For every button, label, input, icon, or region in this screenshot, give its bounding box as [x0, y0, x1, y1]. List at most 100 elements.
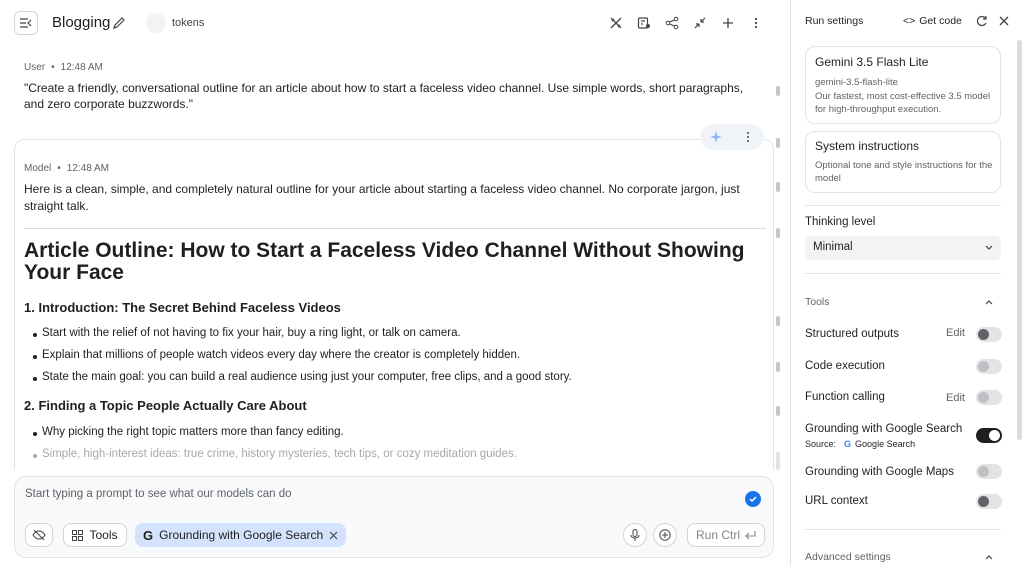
hide-button[interactable] [25, 523, 53, 547]
scroll-marker[interactable] [776, 182, 780, 192]
add-media-button[interactable] [653, 523, 677, 547]
thinking-level-select[interactable]: Minimal [805, 236, 1001, 260]
more-vert-icon[interactable] [742, 131, 754, 143]
thinking-level-label: Thinking level [805, 216, 876, 228]
grounding-search-toggle[interactable] [976, 428, 1002, 443]
toggle-knob [989, 430, 1000, 441]
scroll-marker[interactable] [776, 316, 780, 326]
model-id: gemini-3.5-flash-lite [815, 77, 898, 88]
model-turn-time: 12:48 AM [66, 163, 110, 174]
function-calling-edit-link[interactable]: Edit [946, 392, 965, 404]
grounding-chip-label: Grounding with Google Search [159, 528, 324, 542]
tools-button-label: Tools [89, 528, 118, 542]
chat-scroll-navigator[interactable] [776, 86, 780, 470]
share-button[interactable] [658, 13, 686, 33]
tokens-label: tokens [172, 17, 205, 29]
compare-icon [637, 17, 650, 29]
close-icon[interactable] [997, 14, 1011, 28]
article-heading: Article Outline: How to Start a Faceless… [24, 239, 745, 284]
tool-label-code-execution: Code execution [805, 360, 885, 372]
token-count-badge [146, 13, 166, 33]
panel-divider [805, 273, 1001, 274]
structured-outputs-edit-link[interactable]: Edit [946, 327, 965, 339]
get-code-button[interactable]: <> Get code [903, 15, 962, 27]
toggle-knob [978, 329, 989, 340]
grounding-maps-toggle[interactable] [976, 464, 1002, 479]
scroll-marker[interactable] [776, 406, 780, 416]
chevron-up-icon[interactable] [984, 297, 994, 307]
panel-scrollbar[interactable] [1017, 40, 1022, 440]
panel-divider [805, 205, 1001, 206]
scroll-marker[interactable] [776, 86, 780, 96]
code-execution-toggle[interactable] [976, 359, 1002, 374]
compare-button[interactable] [630, 13, 658, 33]
google-g-icon: G [143, 527, 154, 543]
reset-icon[interactable] [975, 14, 989, 28]
check-icon[interactable] [745, 491, 761, 507]
chevron-up-icon[interactable] [984, 552, 994, 562]
user-turn-meta: User • 12:48 AM [24, 62, 103, 73]
menu-collapse-icon [20, 18, 32, 28]
scroll-marker[interactable] [776, 362, 780, 372]
microphone-icon [630, 529, 640, 541]
system-instructions-card[interactable]: System instructions Optional tone and st… [805, 131, 1001, 193]
list-item: State the main goal: you can build a rea… [33, 371, 572, 383]
section-heading: 1. Introduction: The Secret Behind Facel… [24, 300, 341, 315]
model-description: Our fastest, most cost-effective 3.5 mod… [815, 91, 991, 115]
top-bar: Blogging tokens [0, 0, 790, 46]
run-button[interactable]: Run Ctrl [687, 523, 765, 547]
share-icon [665, 16, 679, 30]
chat-area[interactable]: User • 12:48 AM "Create a friendly, conver… [0, 46, 790, 470]
grounding-chip[interactable]: G Grounding with Google Search [135, 523, 347, 547]
model-role-label: Model [24, 163, 52, 174]
tools-button[interactable] [602, 13, 630, 33]
plus-icon [723, 18, 733, 28]
scroll-thumb[interactable] [776, 452, 780, 470]
toggle-knob [978, 392, 989, 403]
close-icon[interactable] [329, 531, 338, 540]
source-value[interactable]: Google Search [855, 439, 915, 449]
structured-outputs-toggle[interactable] [976, 327, 1002, 342]
code-icon: <> [903, 15, 916, 27]
top-toolbar [602, 13, 770, 33]
new-chat-button[interactable] [714, 13, 742, 33]
list-item: Start with the relief of not having to f… [33, 327, 461, 339]
advanced-settings-label[interactable]: Advanced settings [805, 551, 891, 563]
meta-separator: • [51, 62, 55, 73]
url-context-toggle[interactable] [976, 494, 1002, 509]
tools-button[interactable]: Tools [63, 523, 127, 547]
source-label: Source: [805, 439, 837, 449]
model-name: Gemini 3.5 Flash Lite [815, 55, 929, 69]
content-divider [24, 228, 766, 229]
microphone-button[interactable] [623, 523, 647, 547]
panel-title: Run settings [805, 15, 864, 27]
more-vert-icon [754, 17, 758, 29]
thinking-level-value: Minimal [813, 241, 853, 253]
prompt-composer[interactable]: Start typing a prompt to see what our mo… [14, 476, 774, 558]
system-instructions-description: Optional tone and style instructions for… [815, 160, 993, 184]
tool-label-url-context: URL context [805, 495, 868, 507]
compress-icon [694, 17, 706, 29]
grounding-source: Source: G Google Search [805, 439, 915, 449]
tool-label-grounding-maps: Grounding with Google Maps [805, 466, 954, 478]
prompt-input[interactable]: Start typing a prompt to see what our mo… [25, 488, 292, 500]
scroll-marker[interactable] [776, 228, 780, 238]
section-heading: 2. Finding a Topic People Actually Care … [24, 398, 307, 413]
collapse-menu-button[interactable] [14, 11, 38, 35]
more-options-button[interactable] [742, 13, 770, 33]
user-turn-time: 12:48 AM [60, 62, 103, 73]
compress-button[interactable] [686, 13, 714, 33]
tool-label-function-calling: Function calling [805, 391, 885, 403]
pencil-icon[interactable] [112, 16, 126, 30]
model-intro-text: Here is a clean, simple, and completely … [24, 182, 740, 213]
sparkle-icon[interactable] [710, 131, 722, 143]
function-calling-toggle[interactable] [976, 390, 1002, 405]
plus-circle-icon [659, 529, 671, 541]
run-settings-panel: Run settings <> Get code Gemini 3.5 Flash… [790, 0, 1024, 566]
list-item: Explain that millions of people watch vi… [32, 349, 521, 361]
google-g-icon: G [844, 439, 852, 449]
app-root: Blogging tokens User • 12:48 AM "Create … [0, 0, 1024, 566]
tool-label-structured-outputs: Structured outputs [805, 328, 899, 340]
model-selector[interactable]: Gemini 3.5 Flash Lite gemini-3.5-flash-l… [805, 46, 1001, 124]
scroll-marker[interactable] [776, 138, 780, 148]
